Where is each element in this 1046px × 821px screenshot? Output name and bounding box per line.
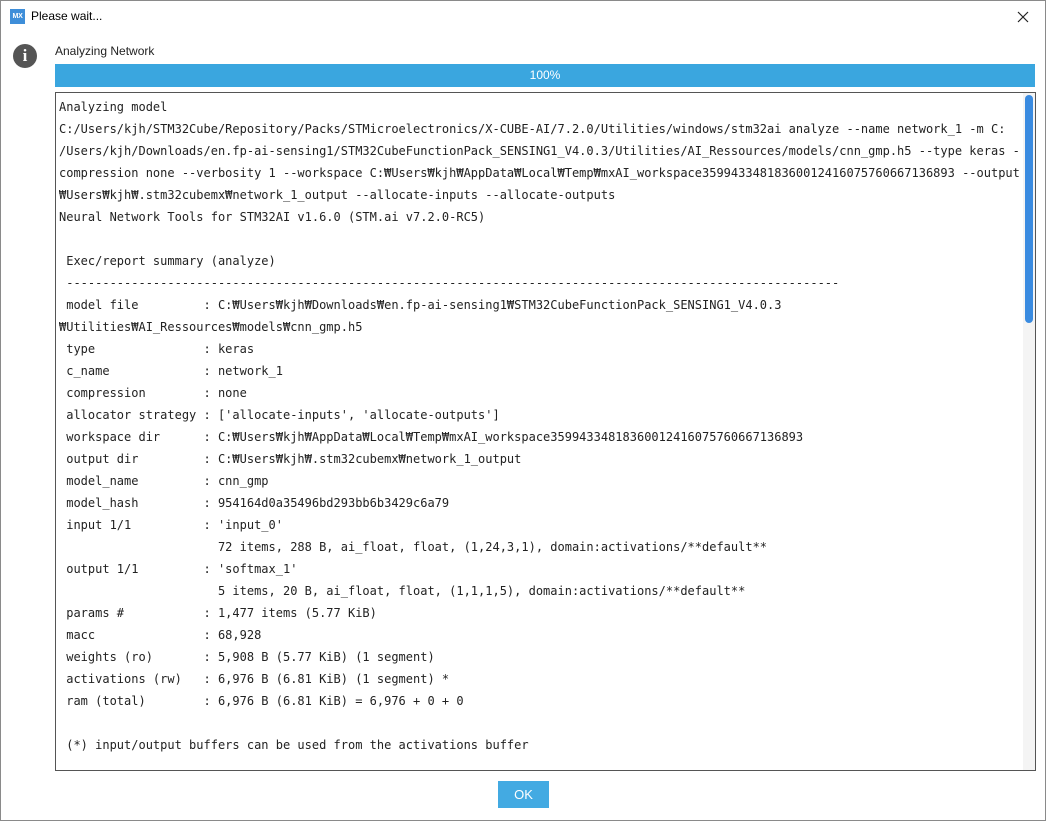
log-line: model_name : cnn_gmp bbox=[59, 474, 269, 488]
log-line: /Users/kjh/Downloads/en.fp-ai-sensing1/S… bbox=[59, 144, 1021, 158]
log-line: compression none --verbosity 1 --workspa… bbox=[59, 166, 1021, 180]
log-line: allocator strategy : ['allocate-inputs',… bbox=[59, 408, 500, 422]
window-title: Please wait... bbox=[31, 9, 103, 23]
progress-text: 100% bbox=[529, 68, 561, 82]
progress-bar: 100% bbox=[55, 64, 1035, 87]
log-line: ₩Users₩kjh₩.stm32cubemx₩network_1_output… bbox=[59, 188, 616, 202]
title-bar[interactable]: MX Please wait... bbox=[1, 1, 1045, 32]
vertical-scrollbar[interactable] bbox=[1023, 93, 1035, 770]
log-lines: Analyzing model C:/Users/kjh/STM32Cube/Re… bbox=[59, 96, 1021, 756]
close-icon bbox=[1017, 11, 1029, 22]
log-line: compression : none bbox=[59, 386, 247, 400]
log-line: Neural Network Tools for STM32AI v1.6.0 … bbox=[59, 210, 486, 224]
log-line: 5 items, 20 B, ai_float, float, (1,1,1,5… bbox=[59, 584, 746, 598]
ok-button[interactable]: OK bbox=[498, 781, 549, 808]
log-line: model file : C:₩Users₩kjh₩Downloads₩en.f… bbox=[59, 298, 782, 312]
close-button[interactable] bbox=[1001, 1, 1045, 32]
log-line: model_hash : 954164d0a35496bd293bb6b3429… bbox=[59, 496, 450, 510]
status-label: Analyzing Network bbox=[55, 44, 155, 58]
log-line: activations (rw) : 6,976 B (6.81 KiB) (1… bbox=[59, 672, 450, 686]
log-line: input 1/1 : 'input_0' bbox=[59, 518, 283, 532]
log-line: macc : 68,928 bbox=[59, 628, 262, 642]
log-line: 72 items, 288 B, ai_float, float, (1,24,… bbox=[59, 540, 768, 554]
log-line: (*) input/output buffers can be used fro… bbox=[59, 738, 529, 752]
log-line: ram (total) : 6,976 B (6.81 KiB) = 6,976… bbox=[59, 694, 464, 708]
log-output-panel[interactable]: Analyzing model C:/Users/kjh/STM32Cube/Re… bbox=[55, 92, 1036, 771]
log-line: ₩Utilities₩AI_Ressources₩models₩cnn_gmp.… bbox=[59, 320, 363, 334]
log-line: Exec/report summary (analyze) bbox=[59, 254, 276, 268]
log-line: ----------------------------------------… bbox=[59, 276, 840, 290]
analyze-dialog: MX Please wait... i Analyzing Network 10… bbox=[0, 0, 1046, 821]
log-line: output 1/1 : 'softmax_1' bbox=[59, 562, 298, 576]
log-line: params # : 1,477 items (5.77 KiB) bbox=[59, 606, 377, 620]
stm32cubemx-app-icon: MX bbox=[10, 9, 25, 24]
log-line: C:/Users/kjh/STM32Cube/Repository/Packs/… bbox=[59, 122, 1006, 136]
scrollbar-thumb[interactable] bbox=[1025, 95, 1033, 323]
log-line: weights (ro) : 5,908 B (5.77 KiB) (1 seg… bbox=[59, 650, 435, 664]
log-line: workspace dir : C:₩Users₩kjh₩AppData₩Loc… bbox=[59, 430, 804, 444]
log-line: type : keras bbox=[59, 342, 255, 356]
info-icon: i bbox=[13, 44, 37, 68]
log-line: output dir : C:₩Users₩kjh₩.stm32cubemx₩n… bbox=[59, 452, 522, 466]
log-line: c_name : network_1 bbox=[59, 364, 283, 378]
log-line: Analyzing model bbox=[59, 100, 168, 114]
